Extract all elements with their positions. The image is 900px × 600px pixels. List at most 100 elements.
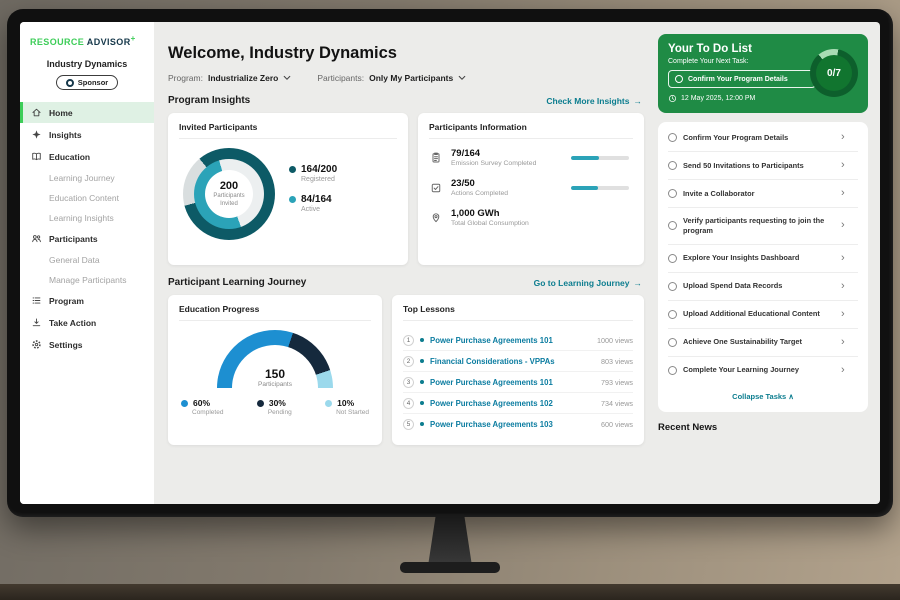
lesson-row[interactable]: 4 Power Purchase Agreements 102 734 view… [403, 393, 633, 414]
completed-label: Completed [192, 409, 223, 416]
lesson-row[interactable]: 5 Power Purchase Agreements 103 600 view… [403, 414, 633, 434]
active-legend-item: 84/164 Active [289, 194, 337, 213]
sidebar-item-home[interactable]: Home [20, 102, 154, 123]
chevron-right-icon[interactable]: › [841, 309, 845, 320]
task-label: Send 50 Invitations to Participants [683, 161, 835, 171]
task-row[interactable]: Explore Your Insights Dashboard › [668, 245, 858, 273]
program-insights-header: Program Insights Check More Insights → [168, 95, 642, 106]
participants-filter-dropdown[interactable]: Participants: Only My Participants [317, 73, 466, 83]
sidebar-item-insights[interactable]: Insights [20, 124, 154, 145]
insights-icon [31, 129, 42, 140]
task-row[interactable]: Send 50 Invitations to Participants › [668, 152, 858, 180]
invited-participants-card: Invited Participants 200 Participants In… [168, 113, 408, 265]
task-row[interactable]: Verify participants requesting to join t… [668, 208, 858, 245]
sidebar-item-label: Participants [49, 234, 98, 244]
collapse-label: Collapse Tasks [732, 392, 786, 401]
collapse-tasks-link[interactable]: Collapse Tasks ∧ [668, 384, 858, 410]
sidebar-item-learning-insights[interactable]: Learning Insights [20, 208, 154, 227]
sidebar-item-label: General Data [49, 255, 100, 265]
sidebar-item-participants[interactable]: Participants [20, 228, 154, 249]
sidebar-item-manage-participants[interactable]: Manage Participants [20, 270, 154, 289]
global-consumption-value: 1,000 GWh [451, 208, 563, 219]
actions-completed-value: 23/50 [451, 178, 563, 189]
lesson-title-link[interactable]: Financial Considerations - VPPAs [430, 357, 595, 366]
top-lessons-card: Top Lessons 1 Power Purchase Agreements … [392, 295, 644, 445]
card-title: Participants Information [429, 122, 633, 139]
lesson-rank: 1 [403, 335, 414, 346]
sidebar-item-education-content[interactable]: Education Content [20, 188, 154, 207]
task-row[interactable]: Invite a Collaborator › [668, 180, 858, 208]
next-task-label: Confirm Your Program Details [688, 76, 788, 83]
checkbox-icon[interactable] [668, 366, 677, 375]
donut-center-value: 200 [220, 180, 238, 192]
filter-bar: Program: Industrialize Zero Participants… [168, 73, 644, 83]
sidebar-item-learning-journey[interactable]: Learning Journey [20, 168, 154, 187]
sponsor-badge-label: Sponsor [78, 78, 108, 87]
task-label: Verify participants requesting to join t… [683, 216, 835, 236]
check-more-insights-link[interactable]: Check More Insights → [546, 96, 642, 106]
lesson-title-link[interactable]: Power Purchase Agreements 102 [430, 399, 595, 408]
checkbox-icon[interactable] [675, 75, 683, 83]
todo-summary-card: Your To Do List Complete Your Next Task:… [658, 34, 868, 113]
task-row[interactable]: Confirm Your Program Details › [668, 124, 858, 152]
checkbox-icon[interactable] [668, 133, 677, 142]
global-consumption-label: Total Global Consumption [451, 220, 563, 227]
invited-participants-donut-chart: 200 Participants Invited [183, 148, 275, 240]
active-label: Active [301, 206, 337, 213]
lesson-row[interactable]: 3 Power Purchase Agreements 101 793 view… [403, 372, 633, 393]
task-label: Upload Additional Educational Content [683, 309, 835, 319]
chevron-right-icon[interactable]: › [841, 132, 845, 143]
chevron-right-icon[interactable]: › [841, 337, 845, 348]
chevron-right-icon[interactable]: › [841, 365, 845, 376]
not-started-label: Not Started [336, 409, 369, 416]
task-row[interactable]: Upload Spend Data Records › [668, 273, 858, 301]
checkbox-icon[interactable] [668, 310, 677, 319]
chevron-right-icon[interactable]: › [841, 160, 845, 171]
checkbox-icon[interactable] [668, 282, 677, 291]
registered-label: Registered [301, 176, 337, 183]
task-label: Achieve One Sustainability Target [683, 337, 835, 347]
pending-value: 30% [269, 398, 286, 408]
arrow-right-icon: → [634, 96, 643, 106]
chevron-right-icon[interactable]: › [841, 253, 845, 264]
lesson-row[interactable]: 1 Power Purchase Agreements 101 1000 vie… [403, 330, 633, 351]
next-task-item[interactable]: Confirm Your Program Details [668, 70, 816, 88]
checkbox-icon[interactable] [668, 338, 677, 347]
sidebar-item-settings[interactable]: Settings [20, 334, 154, 355]
arrow-right-icon: → [634, 278, 643, 288]
due-date-text: 12 May 2025, 12:00 PM [681, 95, 755, 102]
chevron-right-icon[interactable]: › [841, 188, 845, 199]
lesson-title-link[interactable]: Power Purchase Agreements 103 [430, 420, 595, 429]
task-row[interactable]: Achieve One Sustainability Target › [668, 329, 858, 357]
participants-filter-value: Only My Participants [369, 73, 453, 83]
logo-plus: + [131, 34, 136, 43]
program-filter-dropdown[interactable]: Program: Industrialize Zero [168, 73, 291, 83]
chevron-right-icon[interactable]: › [841, 220, 845, 231]
lesson-row[interactable]: 2 Financial Considerations - VPPAs 803 v… [403, 351, 633, 372]
sidebar-item-take-action[interactable]: Take Action [20, 312, 154, 333]
chevron-down-icon [283, 75, 291, 81]
chevron-right-icon[interactable]: › [841, 281, 845, 292]
task-row[interactable]: Complete Your Learning Journey › [668, 357, 858, 384]
checkbox-icon[interactable] [668, 189, 677, 198]
checkbox-icon[interactable] [668, 254, 677, 263]
lesson-bullet [420, 338, 424, 342]
go-to-learning-journey-link[interactable]: Go to Learning Journey → [534, 278, 642, 288]
recent-news-title: Recent News [658, 422, 868, 433]
program-filter-value: Industrialize Zero [208, 73, 278, 83]
sidebar-item-general-data[interactable]: General Data [20, 250, 154, 269]
checkbox-icon[interactable] [668, 161, 677, 170]
pending-label: Pending [268, 409, 292, 416]
lesson-title-link[interactable]: Power Purchase Agreements 101 [430, 336, 591, 345]
participants-information-card: Participants Information 79/164 Emission… [418, 113, 644, 265]
sidebar-item-education[interactable]: Education [20, 146, 154, 167]
lesson-title-link[interactable]: Power Purchase Agreements 101 [430, 378, 595, 387]
actions-icon [429, 182, 443, 194]
sponsor-badge[interactable]: Sponsor [56, 75, 118, 90]
sidebar-item-label: Education [49, 152, 90, 162]
checkbox-icon[interactable] [668, 221, 677, 230]
task-row[interactable]: Upload Additional Educational Content › [668, 301, 858, 329]
emission-survey-value: 79/164 [451, 148, 563, 159]
sidebar-item-program[interactable]: Program [20, 290, 154, 311]
not-started-legend-item: 10% Not Started [325, 398, 369, 416]
